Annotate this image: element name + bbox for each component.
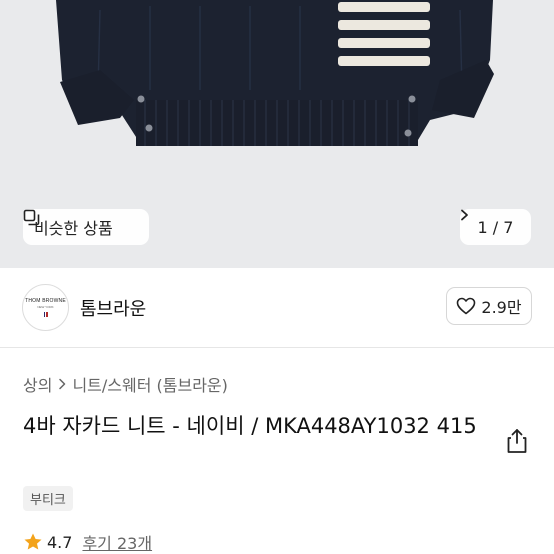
brand-logo[interactable]: THOM BROWNE NEW YORK <box>22 284 69 331</box>
pager-count: 1 / 7 <box>477 217 514 237</box>
product-title: 4바 자카드 니트 - 네이비 / MKA448AY1032 415 <box>23 414 477 438</box>
brand-like-count: 2.9만 <box>481 298 522 317</box>
breadcrumb-item-subcategory[interactable]: 니트/스웨터 (톰브라운) <box>72 372 227 396</box>
breadcrumb: 상의 니트/스웨터 (톰브라운) <box>23 372 228 396</box>
image-pager-button[interactable]: 1 / 7 <box>460 209 531 245</box>
breadcrumb-item-category[interactable]: 상의 <box>23 372 52 396</box>
rating-value: 4.7 <box>47 532 73 552</box>
brand-row: THOM BROWNE NEW YORK 톰브라운 2.9만 <box>0 280 554 336</box>
chevron-right-icon <box>461 209 468 221</box>
brand-like-button[interactable]: 2.9만 <box>446 287 532 325</box>
similar-items-label: 비슷한 상품 <box>34 219 113 238</box>
brand-logo-stripes <box>43 312 48 317</box>
product-tag: 부티크 <box>23 486 73 511</box>
similar-items-icon <box>23 209 40 226</box>
product-image-gallery[interactable]: 비슷한 상품 1 / 7 <box>0 0 554 268</box>
star-icon <box>24 533 42 550</box>
heart-icon <box>457 297 476 315</box>
section-divider <box>0 347 554 348</box>
similar-items-button[interactable]: 비슷한 상품 <box>23 209 149 245</box>
chevron-right-icon <box>59 378 66 390</box>
brand-logo-text: THOM BROWNE <box>25 298 66 304</box>
brand-name-link[interactable]: 톰브라운 <box>80 295 146 321</box>
brand-logo-subtext: NEW YORK <box>37 305 54 309</box>
reviews-link[interactable]: 후기 23개 <box>82 530 152 554</box>
rating-row: 4.7 후기 23개 <box>23 530 152 554</box>
share-icon[interactable] <box>505 428 529 454</box>
